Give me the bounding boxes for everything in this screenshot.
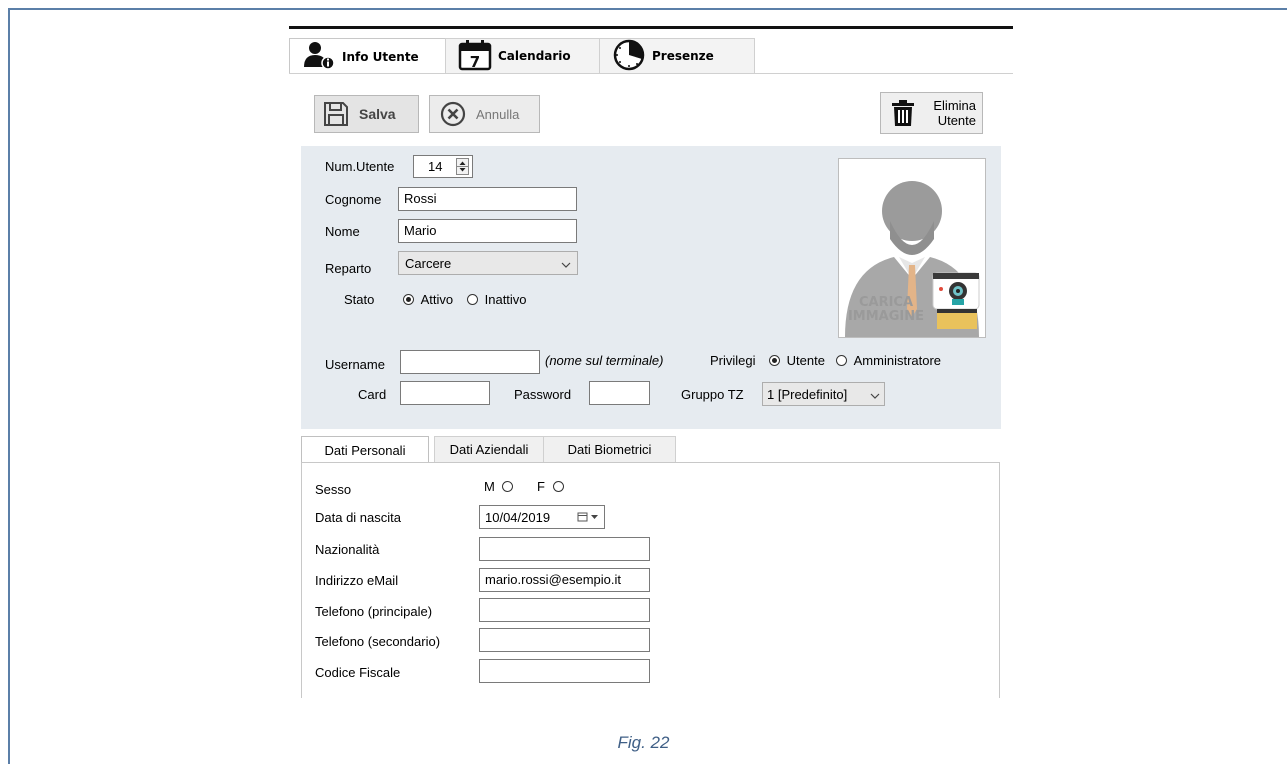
sesso-f-radio[interactable] — [552, 481, 564, 492]
tab-calendario-label: Calendario — [498, 49, 571, 63]
num-utente-label: Num.Utente — [325, 159, 395, 174]
password-label: Password — [514, 387, 572, 402]
password-input[interactable] — [589, 381, 650, 405]
subtab-dati-biometrici-label: Dati Biometrici — [567, 442, 652, 457]
save-button-label: Salva — [359, 106, 396, 122]
reparto-value: Carcere — [405, 255, 452, 271]
sesso-f-option[interactable]: F — [537, 479, 564, 494]
email-input[interactable]: mario.rossi@esempio.it — [479, 568, 650, 592]
sesso-m-label: M — [484, 479, 495, 494]
username-input[interactable] — [400, 350, 540, 374]
chevron-down-icon — [561, 256, 571, 271]
tab-presenze-label: Presenze — [652, 49, 714, 63]
tab-calendario[interactable]: 7 Calendario — [445, 38, 600, 74]
privilegi-utente-option[interactable]: Utente — [769, 353, 825, 368]
cognome-label: Cognome — [325, 192, 382, 207]
subtab-dati-personali[interactable]: Dati Personali — [301, 436, 429, 464]
privilegi-admin-radio[interactable] — [836, 355, 847, 366]
tab-presenze[interactable]: Presenze — [599, 38, 755, 74]
stato-attivo-label: Attivo — [420, 292, 454, 307]
figure-frame-top — [8, 8, 1287, 10]
tab-info-utente[interactable]: Info Utente — [289, 38, 446, 74]
calendar-icon-day: 7 — [470, 53, 480, 71]
window-top-bar — [289, 26, 1013, 29]
telefono-secondario-label: Telefono (secondario) — [315, 634, 441, 649]
sesso-m-option[interactable]: M — [484, 479, 514, 494]
user-photo-upload[interactable]: CARICA IMMAGINE — [838, 158, 986, 338]
subtab-dati-aziendali-label: Dati Aziendali — [449, 442, 529, 457]
subtab-dati-aziendali[interactable]: Dati Aziendali — [434, 436, 544, 463]
spinner-arrows[interactable] — [456, 158, 469, 175]
cancel-button-label: Annulla — [476, 106, 520, 122]
stato-label: Stato — [344, 292, 375, 307]
nome-input[interactable]: Mario — [398, 219, 577, 243]
privilegi-utente-radio[interactable] — [769, 355, 780, 366]
stato-inattivo-option[interactable]: Inattivo — [467, 292, 527, 307]
delete-user-label-line2: Utente — [937, 113, 976, 128]
nascita-date-picker[interactable]: 10/04/2019 — [479, 505, 605, 529]
figure-caption: Fig. 22 — [617, 733, 670, 752]
privilegi-admin-option[interactable]: Amministratore — [836, 353, 941, 368]
reparto-label: Reparto — [325, 261, 372, 276]
cancel-button[interactable]: Annulla — [429, 95, 540, 133]
nazionalita-input[interactable] — [479, 537, 650, 561]
nascita-value: 10/04/2019 — [485, 509, 551, 525]
clock-icon — [612, 39, 646, 74]
privilegi-admin-label: Amministratore — [853, 353, 942, 368]
codice-fiscale-label: Codice Fiscale — [315, 665, 401, 680]
num-utente-spinner[interactable]: 14 — [413, 155, 473, 178]
card-input[interactable] — [400, 381, 490, 405]
email-label: Indirizzo eMail — [315, 573, 399, 588]
cognome-input[interactable]: Rossi — [398, 187, 577, 211]
username-label: Username — [325, 357, 385, 372]
sesso-m-radio[interactable] — [502, 481, 514, 492]
stato-inattivo-radio[interactable] — [467, 294, 478, 305]
photo-upload-line1: CARICA — [858, 295, 914, 310]
delete-user-label-line1: Elimina — [933, 98, 976, 113]
telefono-secondario-input[interactable] — [479, 628, 650, 652]
telefono-principale-input[interactable] — [479, 598, 650, 622]
photo-upload-line2: IMMAGINE — [847, 309, 925, 324]
figure-frame-left — [8, 8, 10, 764]
nome-label: Nome — [325, 224, 360, 239]
reparto-select[interactable]: Carcere — [398, 251, 578, 275]
calendar-dropdown-icon[interactable] — [577, 512, 599, 522]
personal-data-panel — [301, 462, 1000, 698]
sesso-label: Sesso — [315, 482, 352, 497]
user-info-icon — [302, 40, 336, 73]
codice-fiscale-input[interactable] — [479, 659, 650, 683]
stato-attivo-option[interactable]: Attivo — [403, 292, 453, 307]
stato-inattivo-label: Inattivo — [484, 292, 527, 307]
sesso-f-label: F — [537, 479, 545, 494]
telefono-principale-label: Telefono (principale) — [315, 604, 433, 619]
subtab-dati-biometrici[interactable]: Dati Biometrici — [543, 436, 676, 463]
trash-icon — [891, 99, 915, 127]
card-label: Card — [358, 387, 387, 402]
instant-camera-icon — [932, 269, 982, 336]
delete-user-button[interactable]: Elimina Utente — [880, 92, 983, 134]
nazionalita-label: Nazionalità — [315, 542, 380, 557]
calendar-icon: 7 — [458, 39, 492, 74]
username-hint: (nome sul terminale) — [545, 353, 664, 368]
stato-attivo-radio[interactable] — [403, 294, 414, 305]
subtab-dati-personali-label: Dati Personali — [324, 443, 406, 458]
gruppo-tz-value: 1 [Predefinito] — [767, 386, 848, 402]
gruppo-tz-select[interactable]: 1 [Predefinito] — [762, 382, 885, 406]
save-button[interactable]: Salva — [314, 95, 419, 133]
floppy-disk-icon — [323, 101, 349, 127]
chevron-down-icon — [870, 387, 880, 402]
tab-info-utente-label: Info Utente — [342, 49, 419, 64]
privilegi-utente-label: Utente — [786, 353, 825, 368]
tab-row-divider — [289, 73, 1013, 74]
nascita-label: Data di nascita — [315, 510, 401, 525]
cancel-x-icon — [440, 101, 466, 127]
num-utente-value: 14 — [428, 159, 443, 174]
gruppo-tz-label: Gruppo TZ — [681, 387, 744, 402]
privilegi-label: Privilegi — [710, 353, 756, 368]
